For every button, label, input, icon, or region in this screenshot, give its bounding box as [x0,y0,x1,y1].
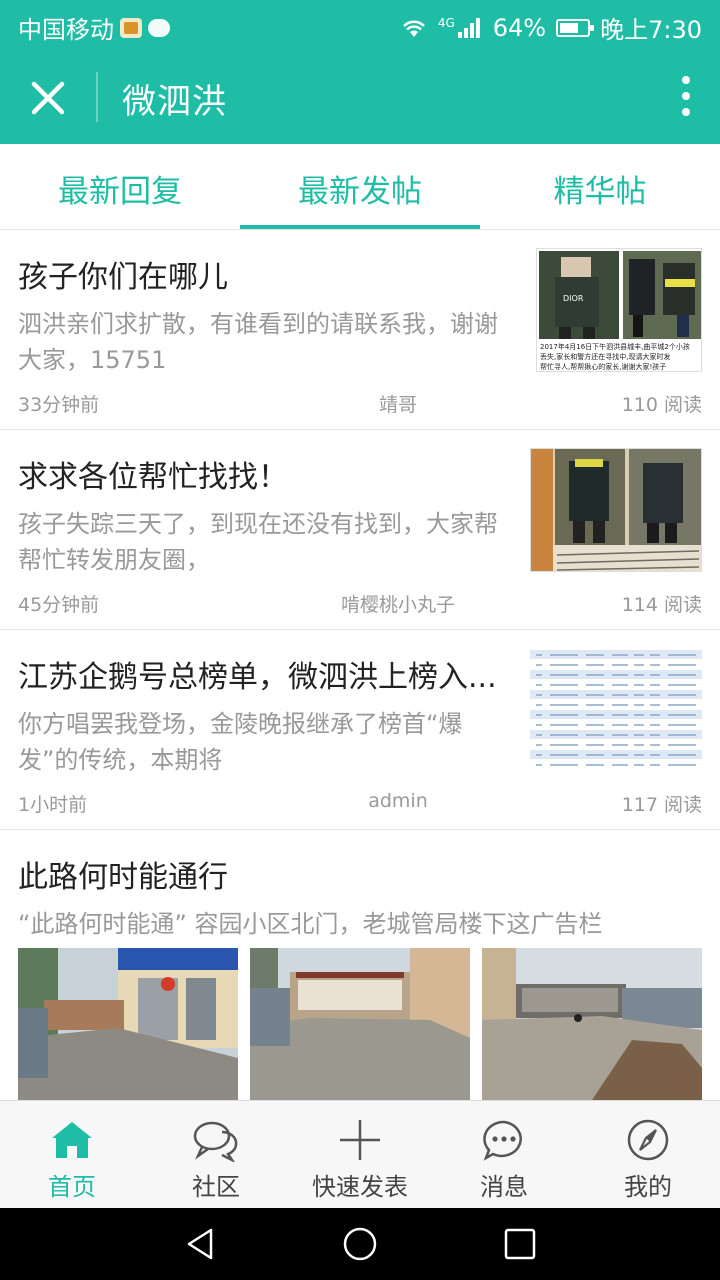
status-bar: 中国移动 4G 64% 晚上7:30 [0,0,720,50]
more-vertical-icon[interactable] [680,76,692,120]
post-meta: 33分钟前 靖哥 110 阅读 [18,390,702,416]
post-photo[interactable] [482,948,702,1100]
battery-percent: 64% [492,13,547,42]
back-icon[interactable] [183,1226,219,1262]
post-photo[interactable] [18,948,238,1100]
post-excerpt: “此路何时能通” 容园小区北门，老城管局楼下这广告栏 [18,910,603,938]
clock: 晚上7:30 [600,16,702,44]
nav-quick-post-label: 快速发表 [312,1173,408,1201]
post-excerpt: 孩子失踪三天了，到现在还没有找到，大家帮帮忙转发朋友圈， [18,510,498,574]
home-icon [52,1122,92,1158]
tab-featured-posts[interactable]: 精华帖 [480,144,720,229]
nav-me[interactable]: 我的 [576,1101,720,1208]
page-title: 微泗洪 [122,82,227,122]
svg-text:2017年4月16日下午泗洪县城丰,曲平城2个小孩: 2017年4月16日下午泗洪县城丰,曲平城2个小孩 [540,342,690,351]
app-bar: 微泗洪 [0,50,720,144]
wifi-icon [402,20,425,37]
nav-messages[interactable]: 消息 [432,1101,576,1208]
svg-text:丢失,家长和警方还在寻找中,现请大家时发: 丢失,家长和警方还在寻找中,现请大家时发 [540,352,670,361]
battery-icon [556,18,595,37]
post-title: 求求各位帮忙找找！ [18,460,288,495]
nav-home-label: 首页 [48,1173,96,1201]
post-item[interactable]: 求求各位帮忙找找！ 孩子失踪三天了，到现在还没有找到，大家帮帮忙转发朋友圈， 4… [0,430,720,630]
community-chat-icon [193,1121,238,1162]
post-excerpt: 泗洪亲们求扩散，有谁看到的请联系我，谢谢大家，15751 [18,310,498,374]
close-icon[interactable] [22,72,74,124]
post-thumbnail[interactable] [530,648,702,772]
post-time: 33分钟前 [18,394,100,416]
post-photo-row [18,948,702,1100]
post-excerpt: 你方唱罢我登场，金陵晚报继承了榜首“爆发”的传统，本期将 [18,710,463,774]
svg-text:DIOR: DIOR [563,294,584,303]
post-reads: 114 阅读 [621,594,702,616]
nav-me-label: 我的 [624,1173,672,1201]
post-author: 啃樱桃小丸子 [340,594,455,616]
post-thumbnail[interactable] [530,448,702,572]
nav-quick-post[interactable]: 快速发表 [288,1101,432,1208]
post-item[interactable]: 此路何时能通行 “此路何时能通” 容园小区北门，老城管局楼下这广告栏 [0,830,720,1100]
post-title: 此路何时能通行 [18,860,228,895]
post-item[interactable]: 孩子你们在哪儿 泗洪亲们求扩散，有谁看到的请联系我，谢谢大家，15751 33分… [0,230,720,430]
plus-icon [340,1120,380,1160]
tab-latest-replies[interactable]: 最新回复 [0,144,240,229]
home-circle-icon[interactable] [342,1226,378,1262]
appbar-divider [96,72,98,122]
nav-community-label: 社区 [192,1173,240,1201]
recents-icon[interactable] [502,1226,538,1262]
post-author: 靖哥 [378,394,417,416]
compass-icon [627,1119,669,1161]
post-thumbnail[interactable]: DIOR 2017年4月16日下午泗洪县城丰,曲平城2个小孩 丢失,家长和警方还… [536,248,702,372]
svg-text:帮忙寻人,帮帮揪心的家长,谢谢大家!孩子: 帮忙寻人,帮帮揪心的家长,谢谢大家!孩子 [540,362,666,371]
nav-messages-label: 消息 [480,1173,528,1201]
post-title: 孩子你们在哪儿 [18,260,228,295]
post-item[interactable]: 江苏企鹅号总榜单，微泗洪上榜入... 你方唱罢我登场，金陵晚报继承了榜首“爆发”… [0,630,720,830]
bottom-nav: 首页 社区 快速发表 消息 我的 [0,1100,720,1208]
post-photo[interactable] [250,948,470,1100]
post-title: 江苏企鹅号总榜单，微泗洪上榜入... [18,660,497,695]
tab-latest-posts[interactable]: 最新发帖 [240,144,480,229]
message-icon [483,1120,522,1161]
post-author: admin [368,790,428,812]
post-meta: 45分钟前 啃樱桃小丸子 114 阅读 [18,590,702,616]
nav-home[interactable]: 首页 [0,1101,144,1208]
feed-tabs: 最新回复 最新发帖 精华帖 [0,144,720,230]
post-time: 45分钟前 [18,594,100,616]
post-time: 1小时前 [18,794,88,816]
post-reads: 110 阅读 [621,394,702,416]
post-feed: 孩子你们在哪儿 泗洪亲们求扩散，有谁看到的请联系我，谢谢大家，15751 33分… [0,230,720,1100]
network-type: 4G [437,15,455,30]
chat-notification-icon [148,18,170,37]
post-meta: 1小时前 admin 117 阅读 [18,790,702,816]
system-nav-bar [0,1208,720,1280]
signal-icon [457,17,480,38]
app-notification-icon [120,17,142,38]
nav-community[interactable]: 社区 [144,1101,288,1208]
post-reads: 117 阅读 [621,794,702,816]
carrier-label: 中国移动 [18,16,114,44]
